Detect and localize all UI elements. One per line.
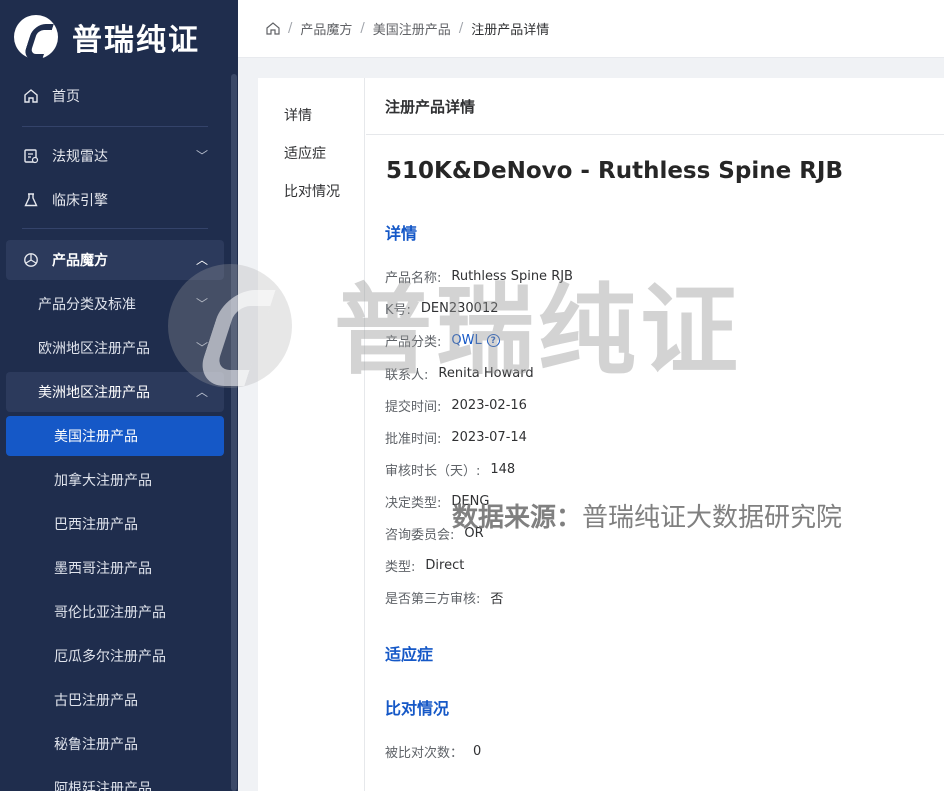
chevron-up-icon: ︿ [195, 385, 208, 399]
sidebar-item-ecuador-products[interactable]: 厄瓜多尔注册产品 [0, 634, 230, 678]
sidebar-item-label: 厄瓜多尔注册产品 [54, 649, 166, 665]
sidebar-item-colombia-products[interactable]: 哥伦比亚注册产品 [0, 590, 230, 634]
detail-row-approve-date: 批准时间: 2023-07-14 [385, 428, 527, 447]
section-heading-detail: 详情 [385, 224, 418, 243]
anchor-nav: 详情 适应症 比对情况 [258, 78, 365, 791]
detail-value: 2023-02-16 [451, 398, 527, 413]
sidebar-item-canada-products[interactable]: 加拿大注册产品 [0, 458, 230, 502]
sidebar-item-label: 美洲地区注册产品 [38, 385, 150, 401]
watermark-text: 普瑞纯证 [334, 274, 743, 388]
detail-label: 提交时间: [385, 400, 442, 415]
sidebar-item-label: 墨西哥注册产品 [54, 561, 152, 577]
detail-value: 2023-07-14 [451, 430, 527, 445]
radar-icon [22, 147, 40, 165]
product-title: 510K&DeNovo - Ruthless Spine RJB [386, 158, 844, 184]
breadcrumb-separator: / [288, 21, 293, 36]
detail-label: 咨询委员会: [385, 528, 455, 543]
chevron-down-icon: ﹀ [195, 149, 208, 163]
brand-name: 普瑞纯证 [72, 23, 200, 58]
anchor-link-comparison[interactable]: 比对情况 [284, 181, 340, 201]
sidebar-item-label: 阿根廷注册产品 [54, 781, 152, 791]
breadcrumb: / 产品魔方 / 美国注册产品 / 注册产品详情 [238, 0, 944, 58]
sidebar-item-label: 秘鲁注册产品 [54, 737, 138, 753]
sidebar-item-label: 哥伦比亚注册产品 [54, 605, 166, 621]
breadcrumb-item-us-products[interactable]: 美国注册产品 [373, 19, 451, 38]
sidebar-item-cuba-products[interactable]: 古巴注册产品 [0, 678, 230, 722]
sidebar-item-home[interactable]: 首页 [0, 74, 230, 118]
sidebar-item-label: 巴西注册产品 [54, 517, 138, 533]
anchor-link-indication[interactable]: 适应症 [284, 143, 326, 163]
sidebar-item-label: 临床引擎 [52, 193, 108, 209]
sidebar-item-brazil-products[interactable]: 巴西注册产品 [0, 502, 230, 546]
brand-logo-icon [14, 15, 58, 59]
breadcrumb-separator: / [360, 21, 365, 36]
breadcrumb-separator: / [458, 21, 464, 36]
watermark-source-value: 普瑞纯证大数据研究院 [582, 503, 843, 533]
detail-row-type: 类型: Direct [385, 556, 464, 575]
sidebar-item-clinical-engine[interactable]: 临床引擎 [0, 178, 230, 222]
breadcrumb-item-current: 注册产品详情 [471, 23, 550, 38]
detail-label: 是否第三方审核: [385, 592, 481, 607]
chevron-up-icon: ︿ [195, 253, 208, 267]
sidebar-item-label: 古巴注册产品 [54, 693, 138, 709]
sidebar-item-regulation-radar[interactable]: 法规雷达 ﹀ [0, 134, 230, 178]
watermark-source-label: 数据来源： [452, 503, 583, 533]
sidebar-item-argentina-products[interactable]: 阿根廷注册产品 [0, 766, 230, 791]
detail-panel: 详情 适应症 比对情况 注册产品详情 510K&DeNovo - Ruthles… [258, 78, 944, 791]
sidebar-item-label: 美国注册产品 [54, 429, 138, 445]
section-heading-comparison: 比对情况 [385, 699, 450, 718]
detail-row-review-days: 审核时长（天）: 148 [385, 460, 515, 479]
detail-value: Direct [425, 558, 465, 573]
watermark-source: 数据来源：普瑞纯证大数据研究院 [452, 497, 842, 534]
card-title: 注册产品详情 [366, 78, 944, 135]
sidebar-item-mexico-products[interactable]: 墨西哥注册产品 [0, 546, 230, 590]
sidebar-divider [22, 126, 208, 127]
sidebar-item-peru-products[interactable]: 秘鲁注册产品 [0, 722, 230, 766]
comparison-count-row: 被比对次数： 0 [385, 742, 481, 761]
sidebar-item-label: 加拿大注册产品 [54, 473, 152, 489]
detail-value: 148 [490, 462, 516, 477]
detail-label: 审核时长（天）: [385, 464, 481, 479]
home-icon[interactable] [266, 22, 280, 35]
sidebar: 普瑞纯证 首页 法规雷达 ﹀ 临床引擎 产品魔方 ︿ 产品分类及标准 ﹀ 欧洲地… [0, 0, 238, 791]
detail-value: 否 [490, 592, 504, 607]
brand-logo[interactable]: 普瑞纯证 [14, 14, 200, 60]
sidebar-item-us-products[interactable]: 美国注册产品 [0, 414, 230, 458]
sidebar-item-label: 欧洲地区注册产品 [38, 341, 150, 357]
detail-label: 批准时间: [385, 432, 442, 447]
detail-label: 决定类型: [385, 496, 442, 511]
anchor-link-detail[interactable]: 详情 [284, 105, 312, 125]
detail-label: 类型: [385, 560, 416, 575]
section-heading-indication: 适应症 [385, 645, 434, 664]
sidebar-scrollbar[interactable] [231, 74, 237, 791]
comparison-count-label: 被比对次数： [385, 746, 464, 761]
flask-icon [22, 191, 40, 209]
sidebar-divider [22, 228, 208, 229]
detail-row-third-party: 是否第三方审核: 否 [385, 588, 503, 607]
comparison-count-value: 0 [473, 744, 482, 759]
home-icon [22, 87, 40, 105]
watermark-logo-icon [168, 264, 292, 388]
sidebar-item-label: 产品魔方 [52, 253, 108, 269]
sidebar-item-label: 法规雷达 [52, 149, 108, 165]
cube-icon [22, 251, 40, 269]
breadcrumb-item-product-cube[interactable]: 产品魔方 [300, 19, 352, 38]
sidebar-item-label: 首页 [52, 89, 80, 105]
detail-row-submit-date: 提交时间: 2023-02-16 [385, 396, 527, 415]
sidebar-item-label: 产品分类及标准 [38, 297, 136, 313]
